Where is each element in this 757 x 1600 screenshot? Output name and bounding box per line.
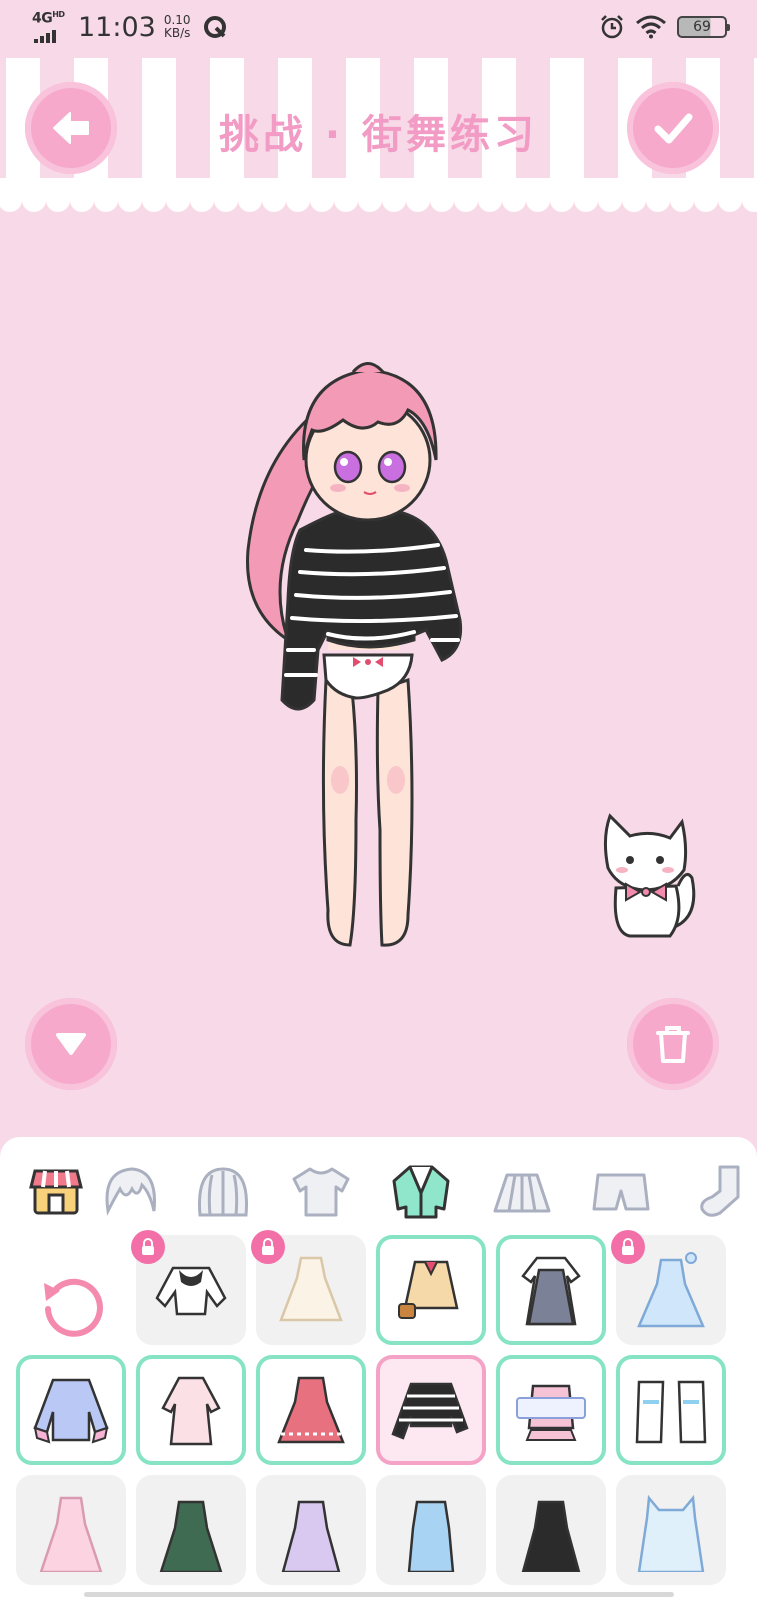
outfit-item-pastel-hoodie[interactable] [16,1355,126,1465]
white-cat-pet [603,813,696,938]
q-app-icon [203,16,226,38]
pink-gown-icon [39,1496,103,1572]
cute-banner-top-icon [516,1384,586,1441]
clock: 11:03 [78,11,156,43]
status-bar: 4GHD 11:03 0.10 KB/s 69 [0,0,757,58]
shop-icon [29,1169,83,1215]
wifi-icon [636,15,666,39]
tab-bangs[interactable] [96,1159,162,1225]
denim-overall-icon [407,1500,455,1572]
outfit-item-green-dress[interactable] [136,1475,246,1585]
hair-icon [197,1167,249,1217]
blue-gown-icon [637,1252,705,1328]
horizontal-scrollbar[interactable] [84,1592,674,1597]
blue-sleeves-icon [635,1380,707,1444]
tab-hair[interactable] [190,1159,256,1225]
outfit-item-pink-knit-dress[interactable] [136,1355,246,1465]
outfit-item-cat-ear-dress[interactable] [616,1475,726,1585]
green-dress-icon [159,1500,223,1572]
lace-dress-icon [279,1256,343,1322]
wardrobe-panel [0,1137,757,1600]
pink-knit-dress-icon [161,1376,221,1446]
outfit-item-blue-gown[interactable] [611,1230,726,1345]
collapse-panel-button[interactable] [25,998,117,1090]
lock-icon [611,1230,645,1264]
shorts-icon [592,1173,650,1211]
tab-outerwear[interactable] [388,1159,454,1225]
school-uniform-icon [398,1260,459,1319]
outfit-item-black-dress[interactable] [496,1475,606,1585]
skirt-icon [493,1173,551,1213]
alarm-icon [601,15,623,39]
outfit-item-school-uniform[interactable] [376,1235,486,1345]
signal-icon: 4GHD [32,10,72,44]
outfit-item-striped-sweater[interactable] [376,1355,486,1465]
lock-icon [251,1230,285,1264]
striped-sweater-icon [391,1382,469,1440]
outfit-item-polka-pinafore[interactable] [496,1235,606,1345]
confirm-button[interactable] [627,82,719,174]
reset-button[interactable] [28,1259,116,1347]
white-shirt-bra-icon [155,1266,227,1316]
polka-pinafore-icon [521,1256,581,1326]
tab-skirts[interactable] [489,1159,555,1225]
rotate-left-icon [44,1278,103,1337]
tab-shorts[interactable] [588,1159,654,1225]
tab-tops[interactable] [288,1159,354,1225]
sock-icon [700,1165,740,1217]
cat-ear-dress-icon [637,1494,705,1572]
jacket-icon [392,1165,450,1219]
pastel-hoodie-icon [33,1378,109,1444]
checkmark-icon [654,113,693,144]
bangs-hair-icon [105,1167,157,1216]
category-tabs [0,1137,757,1247]
lavender-dress-icon [281,1500,341,1572]
trash-icon [656,1026,690,1063]
tab-shop[interactable] [23,1159,89,1225]
outfit-item-lace-dress[interactable] [251,1230,366,1345]
outfit-item-red-ruffle-dress[interactable] [256,1355,366,1465]
black-dress-icon [521,1500,581,1572]
outfit-item-pink-gown[interactable] [16,1475,126,1585]
lock-icon [131,1230,165,1264]
network-speed: 0.10 KB/s [163,13,191,40]
outfit-item-blue-sleeves[interactable] [616,1355,726,1465]
tshirt-icon [292,1167,350,1217]
red-ruffle-dress-icon [277,1376,345,1444]
paper-doll-character [246,362,463,947]
battery-icon: 69 [677,16,730,38]
outfit-item-lavender-dress[interactable] [256,1475,366,1585]
outfit-item-denim-overall[interactable] [376,1475,486,1585]
trash-button[interactable] [627,998,719,1090]
outfit-item-white-shirt[interactable] [131,1230,246,1345]
outfit-item-cute-banner-top[interactable] [496,1355,606,1465]
triangle-down-icon [56,1033,86,1055]
tab-socks[interactable] [688,1159,754,1225]
